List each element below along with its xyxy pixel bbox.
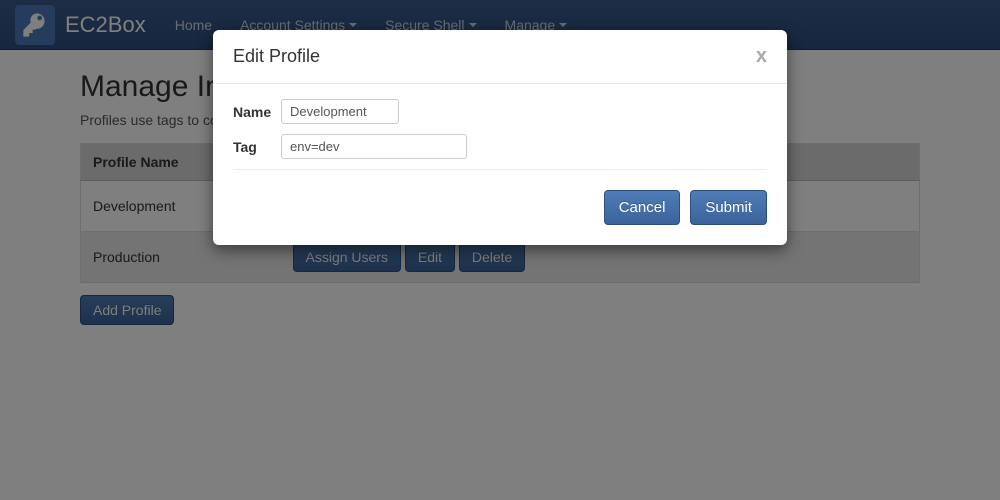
modal-header: Edit Profile x	[213, 30, 787, 84]
name-input[interactable]	[281, 99, 399, 124]
divider	[233, 169, 767, 170]
modal-footer: Cancel Submit	[213, 175, 787, 245]
modal-title: Edit Profile	[233, 46, 320, 67]
tag-input[interactable]	[281, 134, 467, 159]
form-row-tag: Tag	[233, 134, 767, 159]
close-icon[interactable]: x	[756, 45, 767, 68]
edit-profile-modal: Edit Profile x Name Tag Cancel Submit	[213, 30, 787, 245]
name-label: Name	[233, 104, 281, 120]
cancel-button[interactable]: Cancel	[604, 190, 681, 225]
tag-label: Tag	[233, 139, 281, 155]
modal-body: Name Tag	[213, 84, 787, 175]
form-row-name: Name	[233, 99, 767, 124]
submit-button[interactable]: Submit	[690, 190, 767, 225]
